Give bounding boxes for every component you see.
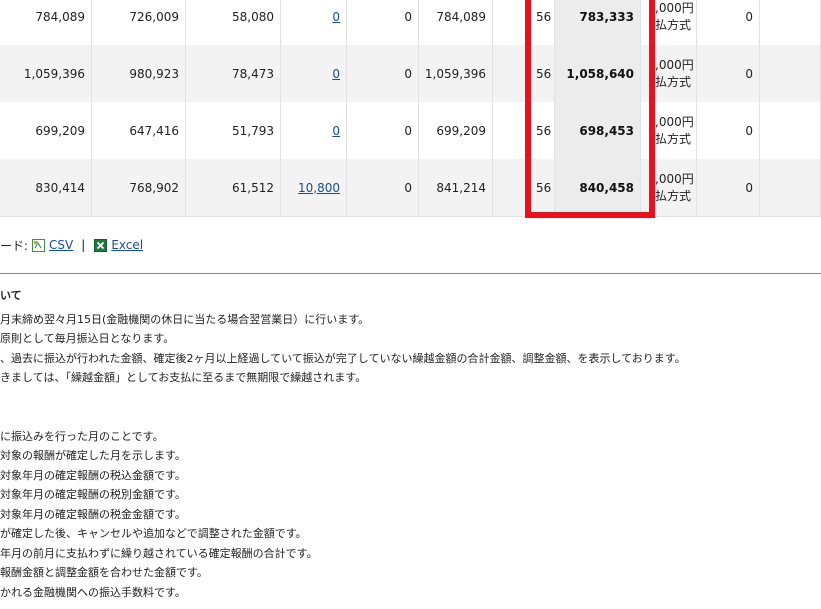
table-cell-c2: 768,902 — [92, 159, 186, 216]
table-row: 784,089 726,009 58,080 0 0 784,089 56 783,333,0… — [0, 0, 821, 46]
payment-amount-text: ,000円 — [655, 0, 694, 15]
table-row: 830,414 768,902 61,512 10,800 0 841,214 56 840,… — [0, 159, 821, 217]
download-label: ード: — [0, 238, 29, 253]
cell-value: 0 — [745, 123, 753, 138]
cell-value: 699,209 — [35, 123, 85, 138]
note-line: 月末締め翌々月15日(金融機関の休日に当たる場合翌営業日）に行います。 — [0, 312, 370, 326]
table-cell-c5: 0 — [347, 0, 419, 45]
cell-value: 0 — [404, 66, 412, 81]
csv-icon — [32, 238, 46, 252]
download-bar: ード: CSV | Excel — [0, 236, 143, 254]
highlight-box — [525, 0, 655, 218]
table-cell-c2: 647,416 — [92, 102, 186, 159]
cell-value: 0 — [745, 180, 753, 195]
table-cell-c5: 0 — [347, 45, 419, 102]
adjustment-link[interactable]: 10,800 — [298, 181, 340, 195]
payment-amount-text: ,000円 — [655, 114, 694, 129]
table-cell-c10: 0 — [697, 45, 760, 102]
cell-value: 0 — [404, 180, 412, 195]
table-row: 699,209 647,416 51,793 0 0 699,209 56 698,453,0… — [0, 102, 821, 160]
note-line: 対象年月の確定報酬の税金金額です。 — [0, 507, 186, 521]
table-cell-c4: 0 — [281, 102, 347, 159]
cell-value: 58,080 — [232, 9, 274, 24]
note-line: 、過去に振込が行われた金額、確定後2ヶ月以上経過していて振込が完了していない繰越… — [0, 351, 686, 365]
table-cell-c3: 78,473 — [186, 45, 281, 102]
payment-method-text: 払方式 — [655, 131, 692, 146]
note-line: に振込みを行った月のことです。 — [0, 429, 164, 443]
note-line: きましては、「繰越金額」としてお支払に至るまで無期限で繰越されます。 — [0, 371, 367, 384]
table-cell-c5: 0 — [347, 159, 419, 216]
note-line: が確定した後、キャンセルや追加などで調整された金額です。 — [0, 527, 307, 540]
table-cell-c1: 830,414 — [0, 159, 92, 216]
cell-value: 1,059,396 — [23, 66, 85, 81]
note-line: かれる金融機関への振込手数料です。 — [0, 585, 186, 599]
table-cell-c4: 0 — [281, 45, 347, 102]
cell-value: 0 — [404, 9, 412, 24]
table-cell-end — [760, 159, 821, 216]
table-cell-c6: 841,214 — [419, 159, 493, 216]
cell-value: 699,209 — [436, 123, 486, 138]
cell-value: 647,416 — [129, 123, 179, 138]
table-cell-end — [760, 0, 821, 45]
cell-value: 830,414 — [35, 180, 85, 195]
payment-method-text: 払方式 — [655, 17, 692, 32]
adjustment-link[interactable]: 0 — [332, 67, 340, 81]
table-cell-end — [760, 45, 821, 102]
table-cell-end — [760, 102, 821, 159]
cell-value: 768,902 — [129, 180, 179, 195]
table-cell-c10: 0 — [697, 159, 760, 216]
adjustment-link[interactable]: 0 — [332, 10, 340, 24]
note-line: 対象年月の確定報酬の税別金額です。 — [0, 488, 186, 501]
table-cell-c3: 61,512 — [186, 159, 281, 216]
table-cell-c1: 1,059,396 — [0, 45, 92, 102]
table-cell-c6: 784,089 — [419, 0, 493, 45]
cell-value: 784,089 — [35, 9, 85, 24]
table-cell-c3: 51,793 — [186, 102, 281, 159]
cell-value: 0 — [745, 9, 753, 24]
cell-value: 78,473 — [232, 66, 274, 81]
table-cell-c1: 784,089 — [0, 0, 92, 45]
table-cell-c4: 10,800 — [281, 159, 347, 216]
cell-value: 61,512 — [232, 180, 274, 195]
table-cell-c10: 0 — [697, 102, 760, 159]
payment-amount-text: ,000円 — [655, 171, 694, 186]
notes-section: いて 月末締め翌々月15日(金融機関の休日に当たる場合翌営業日）に行います。 原則… — [0, 286, 686, 602]
cell-value: 0 — [404, 123, 412, 138]
payment-method-text: 払方式 — [655, 188, 692, 203]
cell-value: 0 — [745, 66, 753, 81]
section-divider — [0, 273, 821, 274]
note-line: 対象の報酬が確定した月を示します。 — [0, 449, 186, 462]
note-line: 対象年月の確定報酬の税込金額です。 — [0, 468, 186, 482]
cell-value: 784,089 — [436, 9, 486, 24]
download-separator: | — [81, 238, 86, 252]
table-cell-c4: 0 — [281, 0, 347, 45]
table-row: 1,059,396 980,923 78,473 0 0 1,059,396 56 1,058… — [0, 45, 821, 103]
cell-value: 726,009 — [129, 9, 179, 24]
payment-method-text: 払方式 — [655, 74, 692, 89]
csv-download-link[interactable]: CSV — [49, 238, 73, 252]
table-cell-c5: 0 — [347, 102, 419, 159]
table-cell-c10: 0 — [697, 0, 760, 45]
adjustment-link[interactable]: 0 — [332, 124, 340, 138]
table-cell-c6: 1,059,396 — [419, 45, 493, 102]
table-cell-c1: 699,209 — [0, 102, 92, 159]
notes-title: いて — [0, 289, 22, 302]
note-line: 年月の前月に支払わずに繰り越されている確定報酬の合計です。 — [0, 546, 318, 560]
payment-amount-text: ,000円 — [655, 57, 694, 72]
cell-value: 1,059,396 — [424, 66, 486, 81]
excel-download-link[interactable]: Excel — [111, 238, 143, 252]
cell-value: 841,214 — [436, 180, 486, 195]
table-cell-c3: 58,080 — [186, 0, 281, 45]
table-cell-c2: 980,923 — [92, 45, 186, 102]
note-line: 報酬金額と調整金額を合わせた金額です。 — [0, 566, 208, 579]
cell-value: 51,793 — [232, 123, 274, 138]
excel-icon — [94, 238, 108, 252]
table-cell-c2: 726,009 — [92, 0, 186, 45]
cell-value: 980,923 — [129, 66, 179, 81]
table-cell-c6: 699,209 — [419, 102, 493, 159]
note-line: 原則として毎月振込日となります。 — [0, 332, 175, 345]
